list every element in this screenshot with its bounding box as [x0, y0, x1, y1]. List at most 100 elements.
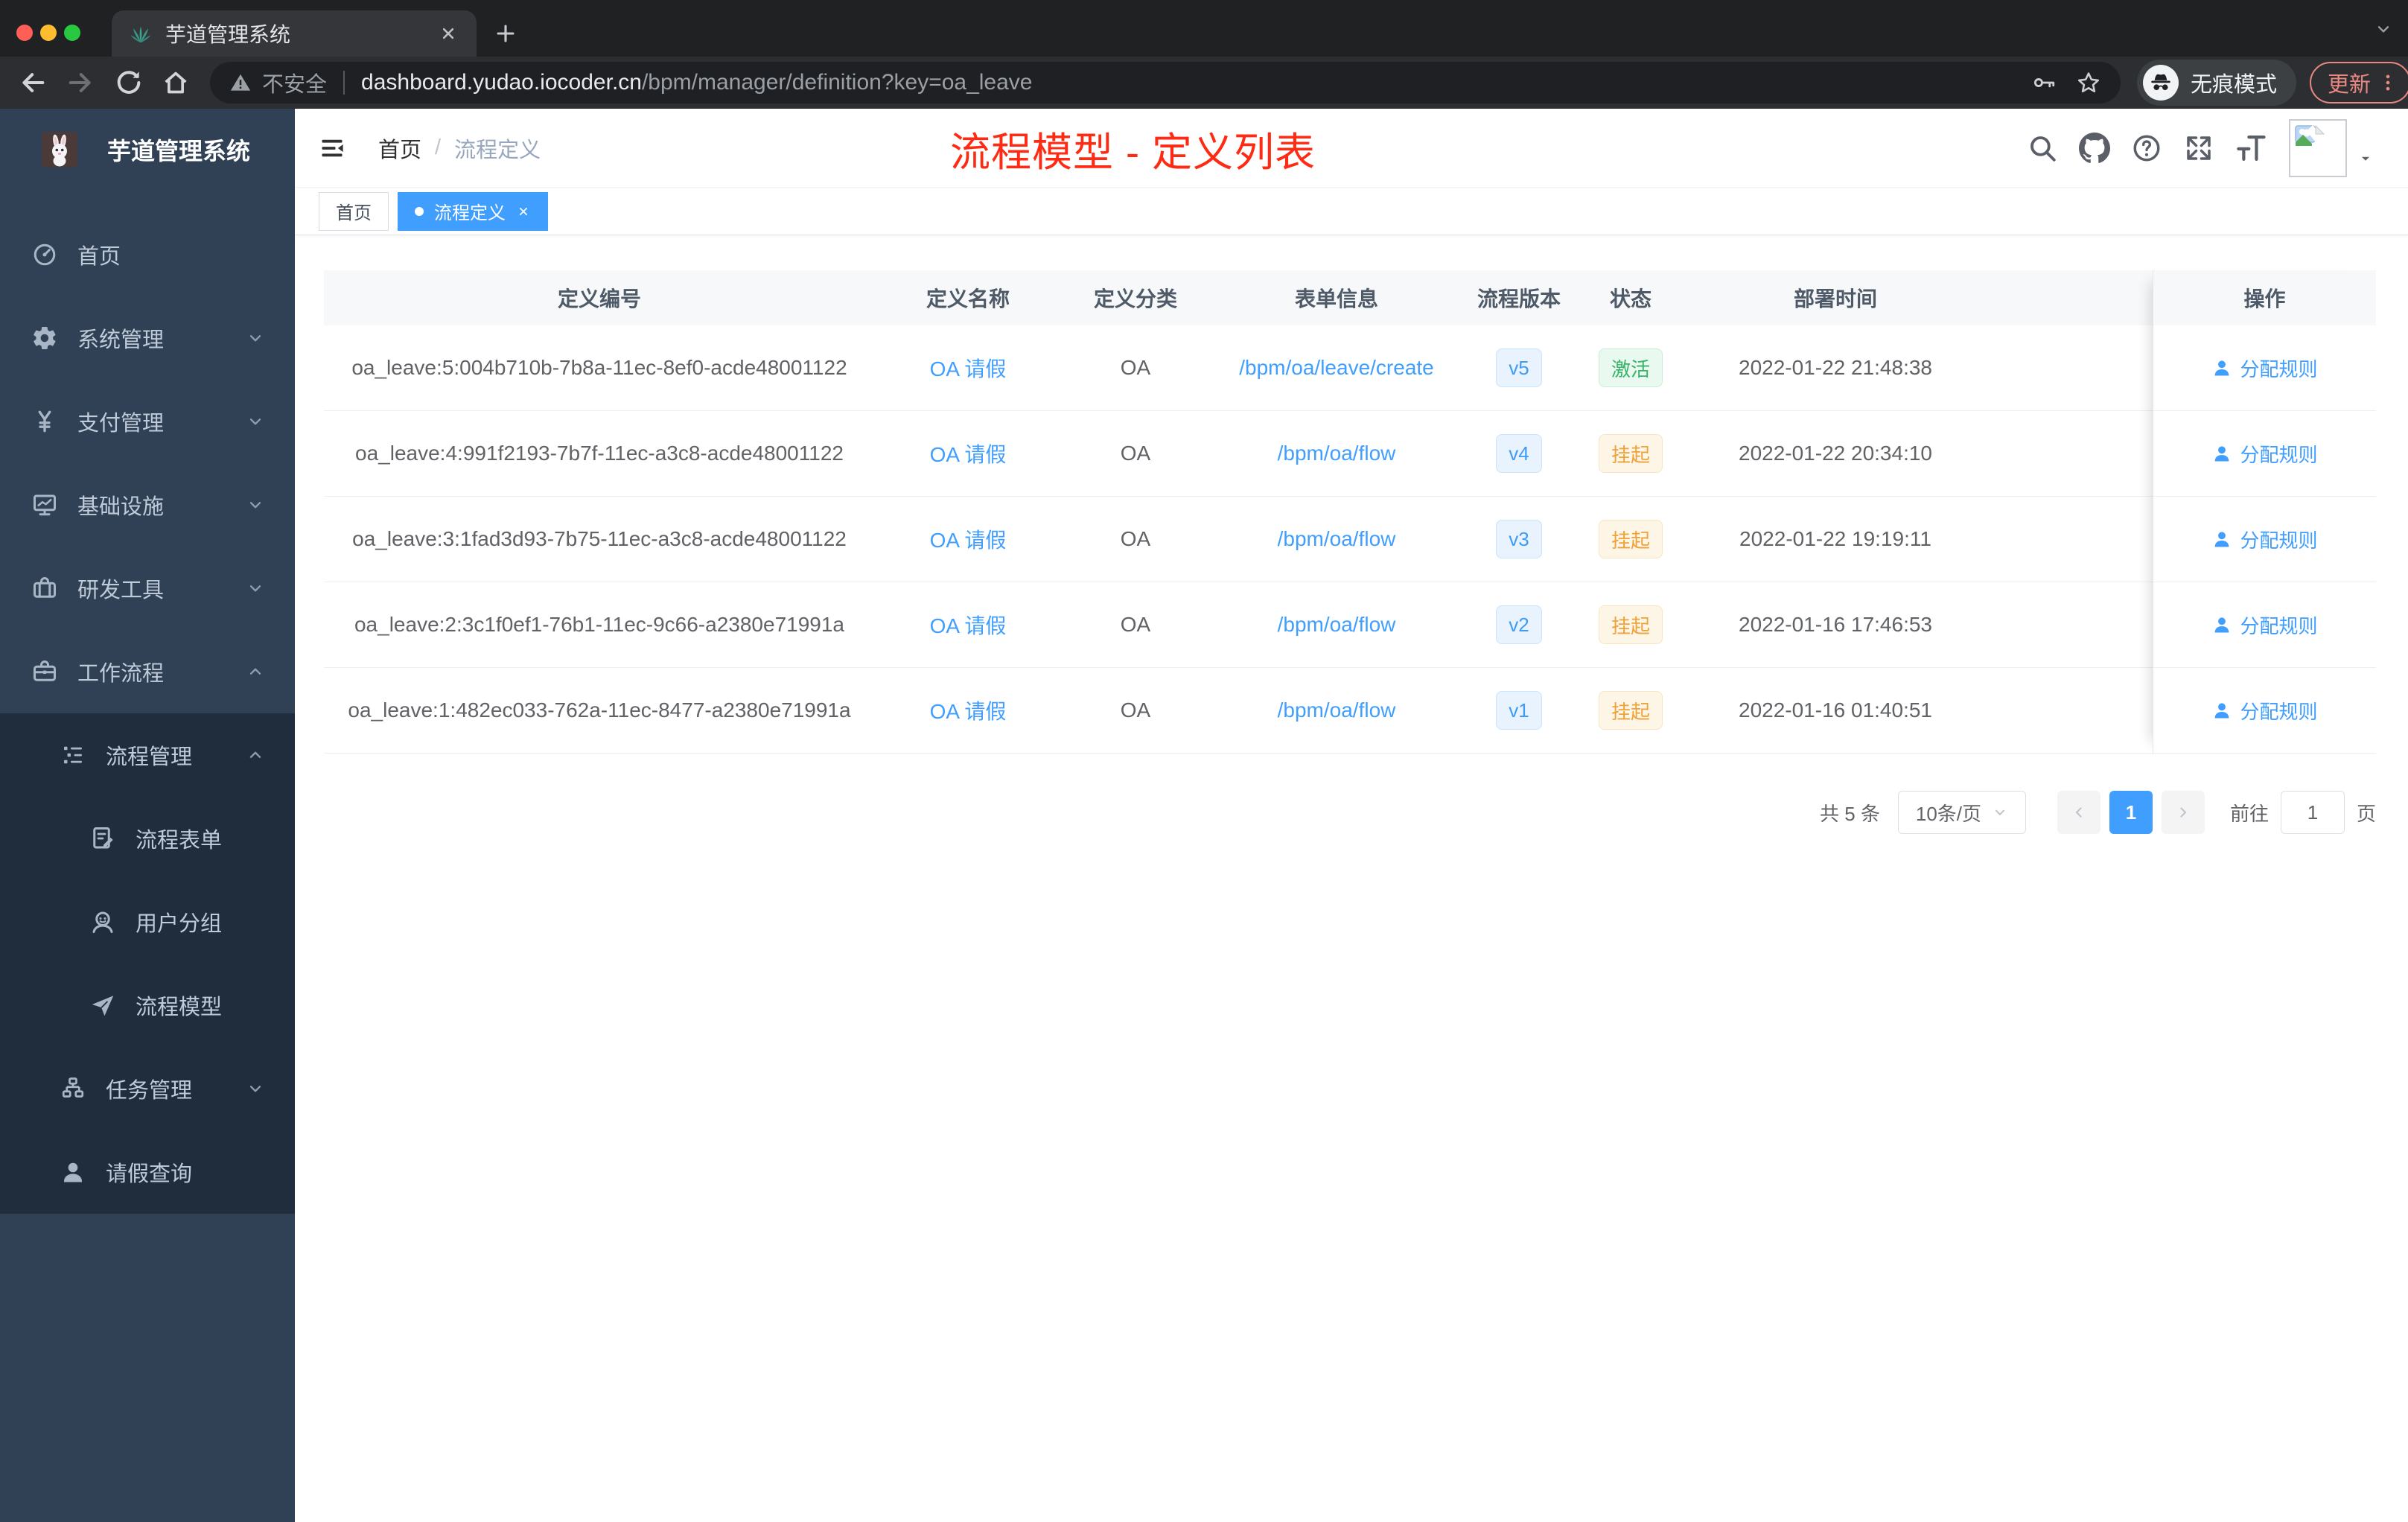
- tag-home[interactable]: 首页: [319, 191, 389, 231]
- chevron-down-icon: [246, 1079, 265, 1098]
- browser-forward-button[interactable]: [66, 68, 95, 98]
- definition-table: 定义编号 定义名称 定义分类 表单信息 流程版本 状态 部署时间 oa_leave:5:00…: [324, 270, 2376, 754]
- pagination: 共 5 条 10条/页 1 前往 页: [324, 790, 2376, 835]
- tab-close-icon[interactable]: [438, 23, 459, 44]
- sidebar-item-payment-management[interactable]: 支付管理: [0, 380, 295, 463]
- password-key-icon[interactable]: [2031, 70, 2057, 95]
- sidebar-item-process-form[interactable]: 流程表单: [0, 797, 295, 880]
- prev-page-button[interactable]: [2057, 791, 2100, 834]
- sidebar-toggle-hamburger-icon[interactable]: [319, 135, 345, 162]
- sidebar-item-leave-query[interactable]: 请假查询: [0, 1130, 295, 1214]
- tag-close-icon[interactable]: [516, 204, 531, 219]
- github-icon[interactable]: [2079, 133, 2110, 164]
- table-fixed-action-column: 操作 分配规则 分配规则 分配规则 分配规则 分配规则: [2153, 270, 2376, 754]
- definition-name-link[interactable]: OA 请假: [930, 610, 1007, 640]
- table-row: oa_leave:4:991f2193-7b7f-11ec-a3c8-acde4…: [324, 411, 2376, 497]
- definition-name-link[interactable]: OA 请假: [930, 439, 1007, 468]
- form-info-link[interactable]: /bpm/oa/flow: [1278, 698, 1396, 722]
- definition-category-cell: OA: [1120, 442, 1151, 465]
- app-window: 芋道管理系统 首页 系统管理 支付管理 基础设施 研发工具 工作流程 流程管理 …: [0, 109, 2408, 1522]
- browser-tab[interactable]: 芋道管理系统: [112, 10, 477, 57]
- form-info-link[interactable]: /bpm/oa/flow: [1278, 613, 1396, 637]
- form-info-link[interactable]: /bpm/oa/leave/create: [1239, 356, 1434, 380]
- version-badge: v1: [1496, 691, 1542, 730]
- tag-process-definition[interactable]: 流程定义: [398, 191, 548, 231]
- sidebar-item-process-model[interactable]: 流程模型: [0, 964, 295, 1047]
- font-size-icon[interactable]: [2235, 133, 2267, 164]
- macos-minimize-button[interactable]: [40, 25, 57, 41]
- assign-rule-link[interactable]: 分配规则: [2211, 526, 2318, 553]
- table-row: oa_leave:1:482ec033-762a-11ec-8477-a2380…: [324, 668, 2376, 754]
- browser-reload-button[interactable]: [113, 68, 143, 98]
- main-panel: 定义编号 定义名称 定义分类 表单信息 流程版本 状态 部署时间 oa_leave:5:00…: [295, 235, 2408, 1522]
- next-page-button[interactable]: [2161, 791, 2205, 834]
- sidebar-item-task-management[interactable]: 任务管理: [0, 1047, 295, 1130]
- assign-rule-link[interactable]: 分配规则: [2211, 611, 2318, 639]
- browser-back-button[interactable]: [18, 68, 48, 98]
- breadcrumb: 首页 / 流程定义: [378, 133, 541, 164]
- bookmark-star-icon[interactable]: [2076, 70, 2101, 95]
- assign-rule-link[interactable]: 分配规则: [2211, 697, 2318, 725]
- deploy-time-cell: 2022-01-22 21:48:38: [1739, 356, 1932, 379]
- user-avatar-broken-image[interactable]: [2289, 119, 2347, 177]
- sidebar-menu: 首页 系统管理 支付管理 基础设施 研发工具 工作流程 流程管理 流程表单 用户…: [0, 191, 295, 1214]
- navbar-tools: [2006, 109, 2374, 188]
- assign-user-icon: [2211, 700, 2232, 721]
- column-header: 定义名称: [926, 287, 1010, 311]
- column-header: 定义分类: [1093, 287, 1177, 311]
- incognito-label: 无痕模式: [2191, 73, 2278, 97]
- breadcrumb-home[interactable]: 首页: [378, 133, 421, 164]
- sidebar-item-infrastructure[interactable]: 基础设施: [0, 463, 295, 547]
- page-number-button[interactable]: 1: [2109, 791, 2153, 834]
- sidebar-item-system-management[interactable]: 系统管理: [0, 296, 295, 380]
- deploy-time-cell: 2022-01-16 01:40:51: [1739, 698, 1932, 722]
- sidebar-item-dev-tools[interactable]: 研发工具: [0, 547, 295, 630]
- yen-icon: [31, 408, 58, 435]
- action-cell: 分配规则: [2153, 668, 2376, 754]
- tags-view-bar: 首页 流程定义: [295, 188, 2408, 235]
- prev-page-icon: [2070, 803, 2088, 821]
- status-badge: 挂起: [1598, 520, 1663, 558]
- fullscreen-icon[interactable]: [2183, 133, 2214, 164]
- column-header: 定义编号: [557, 287, 641, 311]
- page-size-select[interactable]: 10条/页: [1897, 791, 2026, 834]
- definition-name-link[interactable]: OA 请假: [930, 353, 1007, 383]
- tab-search-caret-icon[interactable]: [2374, 19, 2393, 39]
- macos-zoom-button[interactable]: [64, 25, 80, 41]
- update-label: 更新: [2328, 73, 2372, 97]
- help-icon[interactable]: [2131, 133, 2162, 164]
- sidebar-item-user-group[interactable]: 用户分组: [0, 880, 295, 964]
- assign-user-icon: [2211, 443, 2232, 464]
- action-cell: 分配规则: [2153, 582, 2376, 668]
- goto-page-input[interactable]: [2280, 791, 2345, 834]
- incognito-badge: 无痕模式: [2137, 60, 2297, 106]
- form-info-link[interactable]: /bpm/oa/flow: [1278, 527, 1396, 551]
- assign-rule-link[interactable]: 分配规则: [2211, 354, 2318, 382]
- new-tab-button[interactable]: [493, 21, 518, 46]
- browser-tab-strip: 芋道管理系统: [0, 0, 2408, 57]
- goto-label: 前往: [2229, 802, 2269, 825]
- chevron-down-icon: [246, 495, 265, 515]
- action-cell: 分配规则: [2153, 325, 2376, 411]
- sidebar-item-workflow[interactable]: 工作流程: [0, 630, 295, 713]
- address-bar[interactable]: 不安全 dashboard.yudao.iocoder.cn/bpm/manag…: [210, 62, 2121, 104]
- table-header-row: 定义编号 定义名称 定义分类 表单信息 流程版本 状态 部署时间: [324, 270, 2376, 325]
- address-divider: [343, 71, 345, 95]
- gear-icon: [31, 325, 58, 351]
- security-warning-icon[interactable]: [229, 71, 252, 94]
- search-icon[interactable]: [2027, 133, 2058, 164]
- sidebar-item-home[interactable]: 首页: [0, 213, 295, 296]
- browser-update-button[interactable]: 更新: [2310, 62, 2408, 104]
- macos-close-button[interactable]: [16, 25, 33, 41]
- form-info-link[interactable]: /bpm/oa/flow: [1278, 442, 1396, 465]
- assign-rule-link[interactable]: 分配规则: [2211, 440, 2318, 468]
- sidebar-logo[interactable]: 芋道管理系统: [0, 109, 295, 191]
- status-badge: 挂起: [1598, 434, 1663, 473]
- tag-process-definition-label: 流程定义: [434, 203, 506, 223]
- user-menu-caret-icon[interactable]: [2357, 150, 2374, 167]
- browser-menu-dots-icon[interactable]: [2377, 71, 2399, 94]
- sidebar-item-process-management[interactable]: 流程管理: [0, 713, 295, 797]
- definition-name-link[interactable]: OA 请假: [930, 695, 1007, 725]
- browser-home-button[interactable]: [161, 68, 191, 98]
- definition-name-link[interactable]: OA 请假: [930, 524, 1007, 554]
